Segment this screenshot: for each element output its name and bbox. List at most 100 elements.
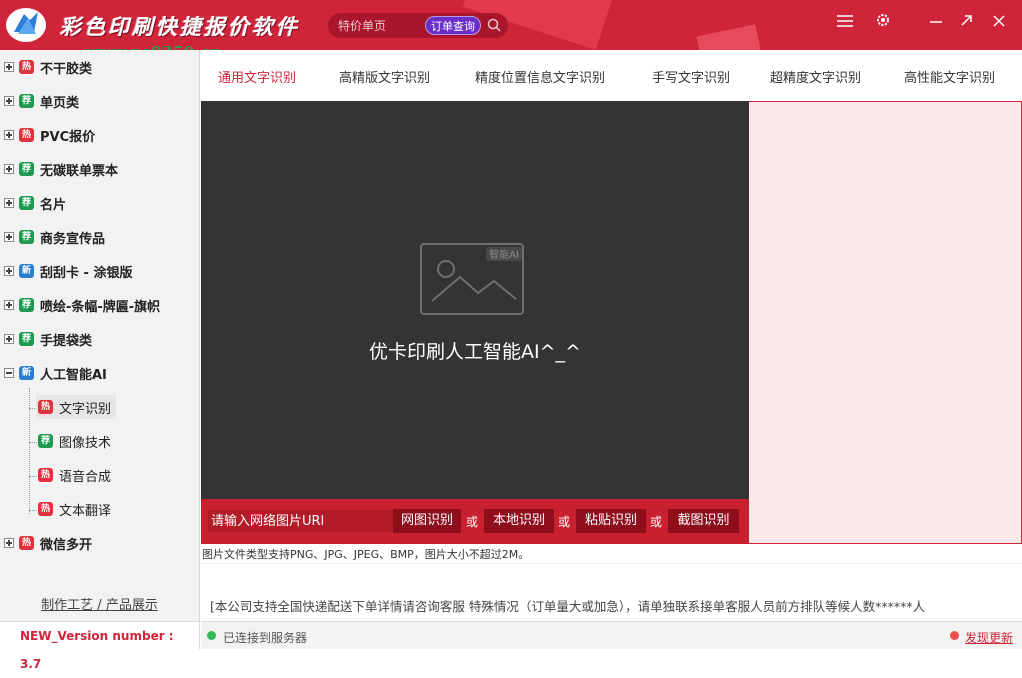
sidebar-item-promo[interactable]: 荐 商务宣传品 — [0, 225, 105, 249]
sidebar-item-label: 名片 — [40, 197, 67, 213]
recommend-badge: 荐 — [38, 434, 53, 448]
or-label: 或 — [466, 515, 479, 529]
hot-badge: 热 — [38, 468, 53, 482]
minimize-icon[interactable] — [925, 10, 947, 32]
sidebar-item-ai[interactable]: 新 人工智能AI — [0, 361, 107, 385]
sidebar-item-label: 人工智能AI — [40, 367, 107, 383]
tree-connector — [29, 442, 37, 443]
expand-icon[interactable] — [4, 198, 14, 208]
version-label: NEW_Version number : 3.7 — [0, 621, 200, 671]
image-url-input[interactable] — [208, 510, 394, 532]
image-preview-panel: 智能AI 优卡印刷人工智能AI^_^ — [201, 101, 749, 499]
sidebar-item-label: 语音合成 — [59, 469, 112, 485]
sidebar-item-pvc[interactable]: 热 PVC报价 — [0, 123, 95, 147]
update-link[interactable]: 发现更新 — [965, 629, 1013, 646]
notice-text: [本公司支持全国快递配送下单详情请咨询客服 特殊情况（订单量大或加急），请单独联… — [210, 599, 926, 614]
sidebar-item-speech[interactable]: 热 语音合成 — [38, 463, 111, 487]
expand-icon[interactable] — [4, 164, 14, 174]
update-alert-icon — [950, 631, 959, 640]
hot-badge: 热 — [19, 60, 34, 74]
tab-ultra-precision-ocr[interactable]: 超精度文字识别 — [770, 67, 861, 86]
recommend-badge: 荐 — [19, 94, 34, 108]
expand-icon[interactable] — [4, 62, 14, 72]
new-badge: 新 — [19, 366, 34, 380]
new-badge: 新 — [19, 264, 34, 278]
close-icon[interactable] — [988, 10, 1010, 32]
hot-badge: 热 — [38, 400, 53, 414]
expand-icon[interactable] — [4, 96, 14, 106]
search-input[interactable] — [338, 17, 423, 34]
notice-area: [本公司支持全国快递配送下单详情请咨询客服 特殊情况（订单量大或加急），请单独联… — [201, 563, 1022, 621]
recommend-badge: 荐 — [19, 162, 34, 176]
sidebar-item-label: 单页类 — [40, 95, 80, 111]
sidebar-item-business-cards[interactable]: 荐 名片 — [0, 191, 66, 215]
expand-icon[interactable] — [4, 334, 14, 344]
connected-status-icon — [207, 631, 216, 640]
sidebar-item-label: 图像技术 — [59, 435, 112, 451]
sidebar-item-image-tech[interactable]: 荐 图像技术 — [38, 429, 111, 453]
app-title: 彩色印刷快捷报价软件 — [60, 15, 300, 39]
recommend-badge: 荐 — [19, 196, 34, 210]
expand-icon[interactable] — [4, 538, 14, 548]
hot-badge: 热 — [19, 536, 34, 550]
search-box: 订单查询 — [328, 13, 508, 38]
file-type-hint: 图片文件类型支持PNG、JPG、JPEG、BMP，图片大小不超过2M。 — [202, 548, 530, 561]
order-query-button[interactable]: 订单查询 — [425, 16, 481, 35]
sidebar-item-label: 刮刮卡 - 涂银版 — [40, 265, 133, 281]
hot-badge: 热 — [19, 128, 34, 142]
tree-connector — [29, 388, 30, 514]
sidebar-item-bags[interactable]: 荐 手提袋类 — [0, 327, 92, 351]
screenshot-recognize-button[interactable]: 截图识别 — [668, 509, 739, 533]
collapse-icon[interactable] — [4, 368, 14, 378]
recognition-tabs: 通用文字识别 高精版文字识别 精度位置信息文字识别 手写文字识别 超精度文字识别… — [201, 50, 1022, 101]
tab-handwriting-ocr[interactable]: 手写文字识别 — [652, 67, 730, 86]
image-placeholder-icon: 智能AI — [420, 243, 524, 315]
sidebar-item-label: 无碳联单票本 — [40, 163, 119, 179]
sidebar-item-flyers[interactable]: 荐 单页类 — [0, 89, 79, 113]
menu-icon[interactable] — [834, 10, 856, 32]
local-recognize-button[interactable]: 本地识别 — [484, 509, 554, 533]
craft-showcase-link[interactable]: 制作工艺 / 产品展示 — [0, 594, 199, 613]
sidebar-item-label: 文本翻译 — [59, 503, 112, 519]
sidebar-item-text-recognition[interactable]: 热 文字识别 — [36, 395, 116, 419]
result-panel[interactable] — [749, 101, 1022, 544]
maximize-icon[interactable] — [956, 10, 978, 32]
sidebar-item-label: PVC报价 — [40, 129, 96, 145]
preview-caption: 优卡印刷人工智能AI^_^ — [369, 341, 581, 363]
title-decoration — [696, 24, 764, 50]
sidebar-item-label: 文字识别 — [59, 401, 112, 417]
sidebar-item-carbonless[interactable]: 荐 无碳联单票本 — [0, 157, 118, 181]
sidebar-item-wechat[interactable]: 热 微信多开 — [0, 531, 92, 555]
image-tag: 智能AI — [489, 248, 519, 261]
status-bar: 已连接到服务器 发现更新 — [201, 621, 1022, 649]
recognition-action-bar: 网图识别 或 本地识别 或 粘贴识别 或 截图识别 — [201, 499, 749, 544]
sidebar-item-translate[interactable]: 热 文本翻译 — [38, 497, 111, 521]
web-image-recognize-button[interactable]: 网图识别 — [393, 509, 461, 533]
sidebar-item-scratch-cards[interactable]: 新 刮刮卡 - 涂银版 — [0, 259, 132, 283]
expand-icon[interactable] — [4, 266, 14, 276]
sidebar-item-label: 微信多开 — [40, 537, 93, 553]
expand-icon[interactable] — [4, 300, 14, 310]
recommend-badge: 荐 — [19, 230, 34, 244]
tab-high-performance-ocr[interactable]: 高性能文字识别 — [904, 67, 995, 86]
tab-general-ocr[interactable]: 通用文字识别 — [218, 67, 296, 86]
expand-icon[interactable] — [4, 232, 14, 242]
settings-icon[interactable] — [872, 10, 894, 32]
expand-icon[interactable] — [4, 130, 14, 140]
search-icon[interactable] — [487, 18, 501, 32]
tree-connector — [29, 476, 37, 477]
sidebar-item-label: 不干胶类 — [40, 61, 93, 77]
or-label: 或 — [558, 515, 571, 529]
recommend-badge: 荐 — [19, 332, 34, 346]
paste-recognize-button[interactable]: 粘贴识别 — [576, 509, 646, 533]
sidebar-item-label: 手提袋类 — [40, 333, 93, 349]
sidebar-item-banners[interactable]: 荐 喷绘-条幅-牌匾-旗帜 — [0, 293, 160, 317]
hot-badge: 热 — [38, 502, 53, 516]
app-logo-icon — [6, 8, 46, 42]
category-sidebar: 热 不干胶类 荐 单页类 热 PVC报价 荐 无碳联单票本 荐 名片 荐 商务宣… — [0, 50, 200, 621]
tab-high-precision-ocr[interactable]: 高精版文字识别 — [339, 67, 430, 86]
sidebar-item-stickers[interactable]: 热 不干胶类 — [0, 55, 92, 79]
tab-position-ocr[interactable]: 精度位置信息文字识别 — [475, 67, 605, 86]
tree-connector — [29, 510, 37, 511]
sidebar-item-label: 商务宣传品 — [40, 231, 106, 247]
